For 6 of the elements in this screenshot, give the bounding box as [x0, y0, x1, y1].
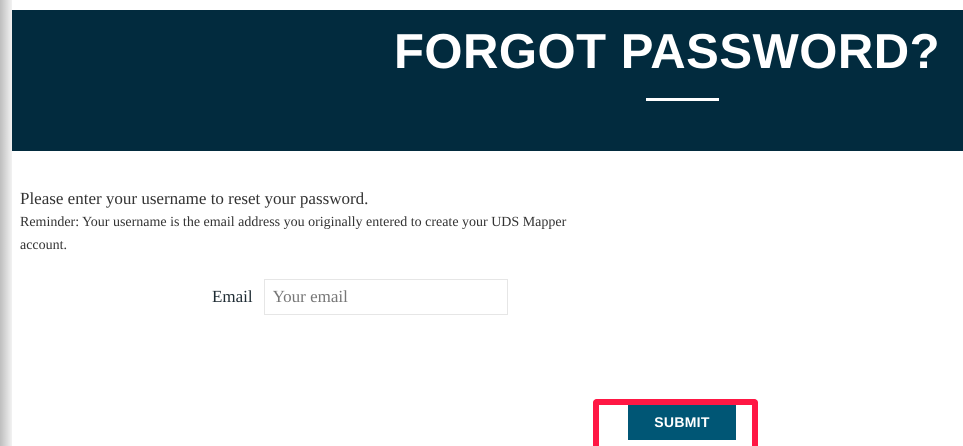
page-title: FORGOT PASSWORD?: [394, 24, 940, 80]
reminder-text: Reminder: Your username is the email address you originally entered to create your UDS Mapper account.: [20, 214, 568, 255]
email-label: Email: [212, 286, 253, 308]
submit-button[interactable]: SUBMIT: [628, 405, 736, 440]
instruction-text: Please enter your username to reset your password.: [20, 188, 368, 210]
email-input[interactable]: Your email: [264, 279, 508, 315]
